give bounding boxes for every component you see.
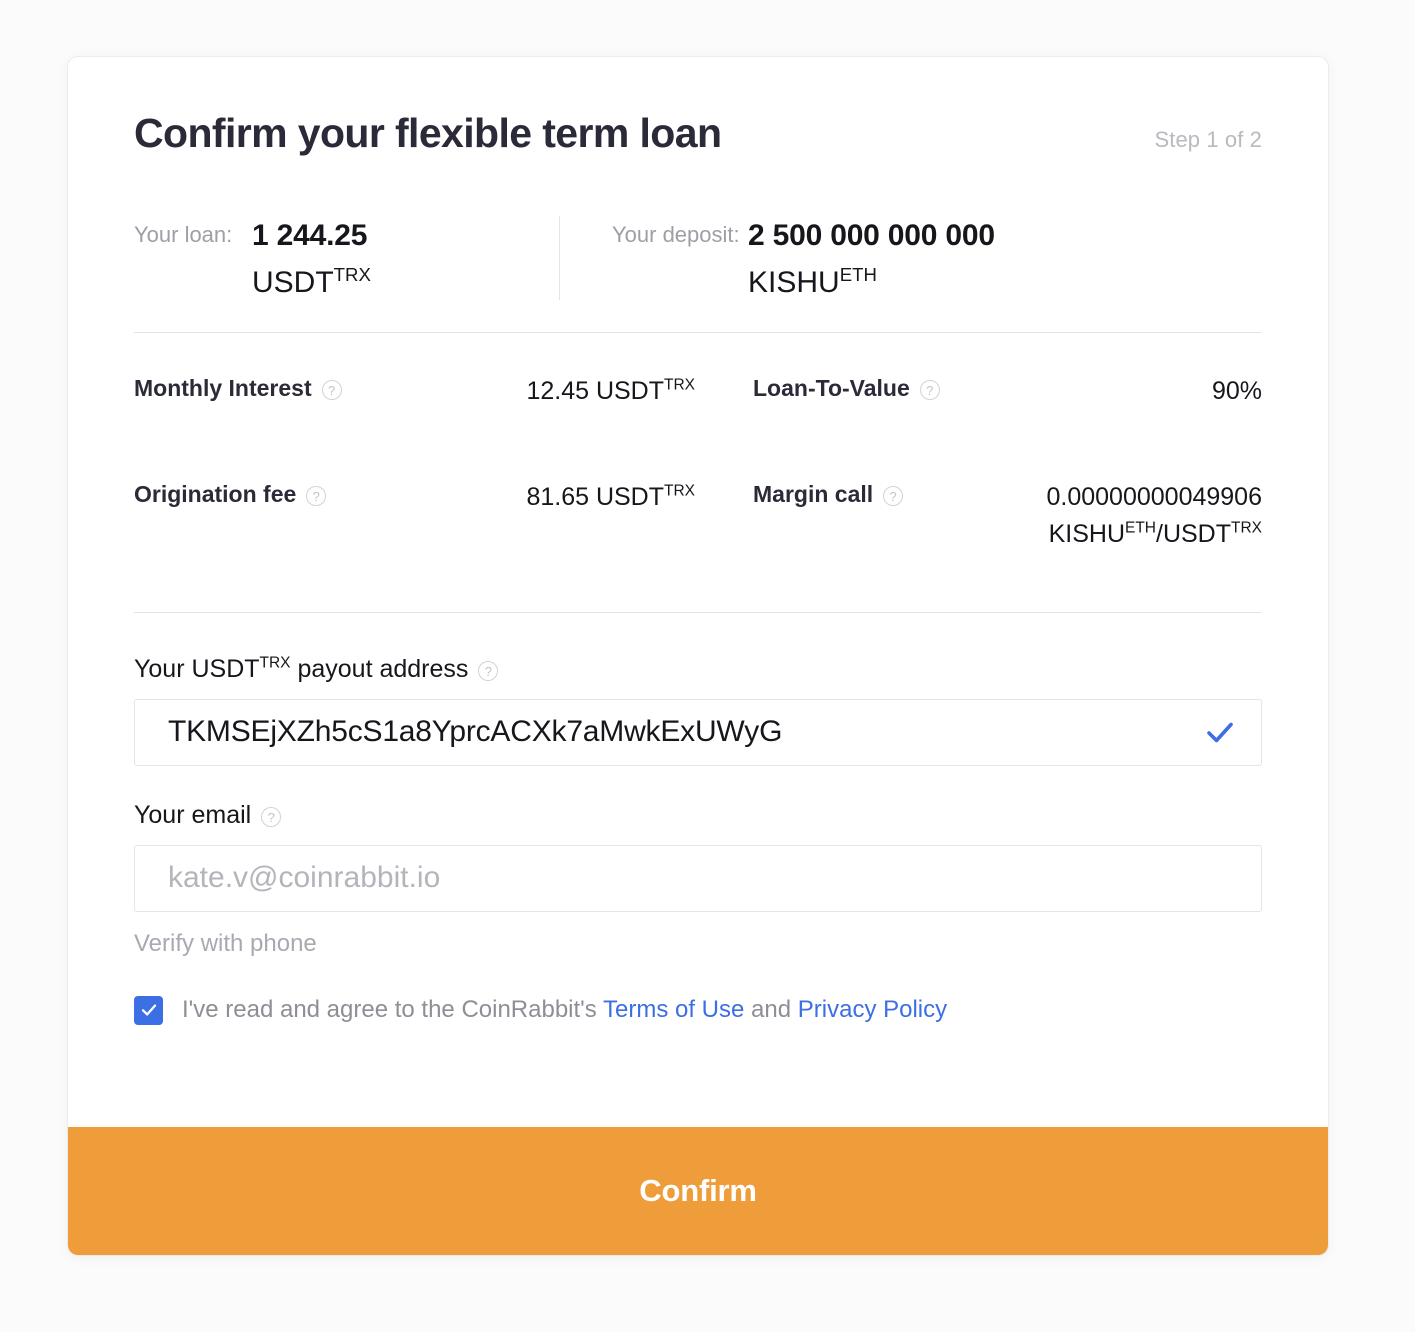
payout-label-network: TRX — [259, 654, 291, 672]
deposit-ticker: KISHUETH — [748, 260, 995, 307]
form-section: Your USDTTRX payout address ? TKMSEjXZh5… — [134, 655, 1262, 1025]
loan-ticker-network: TRX — [333, 263, 371, 285]
loan-ticker: USDTTRX — [252, 260, 371, 307]
card-body: Confirm your flexible term loan Step 1 o… — [68, 57, 1328, 1129]
card-header: Confirm your flexible term loan Step 1 o… — [134, 57, 1262, 156]
origination-fee-label: Origination fee ? — [134, 479, 327, 508]
help-icon[interactable]: ? — [261, 807, 282, 828]
payout-label-suffix: payout address — [290, 654, 469, 683]
margin-call-pair-base: KISHU — [1048, 519, 1125, 548]
payout-address-label: Your USDTTRX payout address ? — [134, 655, 1262, 684]
margin-call-pair-quote: /USDT — [1156, 519, 1231, 548]
loan-to-value-label: Loan-To-Value ? — [753, 373, 940, 402]
monthly-interest-amount: 12.45 USDT — [526, 377, 664, 406]
monthly-interest-label-text: Monthly Interest — [134, 375, 312, 402]
loan-to-value-label-text: Loan-To-Value — [753, 375, 910, 402]
monthly-interest-label: Monthly Interest ? — [134, 373, 342, 402]
page-title: Confirm your flexible term loan — [134, 110, 722, 156]
agreement-text-before: I've read and agree to the CoinRabbit's — [182, 996, 597, 1024]
loan-value: 1 244.25 USDTTRX — [252, 213, 371, 306]
loan-confirmation-card: Confirm your flexible term loan Step 1 o… — [67, 56, 1329, 1256]
deposit-value: 2 500 000 000 000 KISHUETH — [748, 213, 995, 306]
confirm-button[interactable]: Confirm — [68, 1127, 1328, 1255]
loan-ticker-text: USDT — [252, 265, 334, 299]
margin-call-number: 0.00000000049906 — [1046, 483, 1262, 512]
terms-of-use-link[interactable]: Terms of Use — [603, 996, 744, 1023]
help-icon[interactable]: ? — [919, 379, 940, 400]
agreement-checkbox[interactable] — [134, 995, 163, 1025]
margin-call-pair-base-network: ETH — [1125, 519, 1156, 537]
checkmark-icon — [1203, 715, 1237, 749]
deposit-label: Your deposit: — [612, 222, 740, 248]
loan-amount: 1 244.25 — [252, 219, 368, 253]
loan-details: Monthly Interest ? 12.45 USDTTRX Loan-To… — [134, 333, 1262, 552]
email-label-text: Your email — [134, 800, 252, 829]
margin-call-value: 0.00000000049906 KISHUETH/USDTTRX — [1046, 479, 1262, 552]
detail-row: Monthly Interest ? 12.45 USDTTRX Loan-To… — [134, 373, 1262, 409]
loan-summary: Your loan: 1 244.25 USDTTRX Your deposit… — [134, 213, 1262, 306]
help-icon[interactable]: ? — [478, 661, 499, 682]
margin-call-pair-quote-network: TRX — [1231, 519, 1262, 537]
deposit-amount: 2 500 000 000 000 — [748, 219, 995, 253]
origination-fee-amount: 81.65 USDT — [526, 483, 664, 512]
summary-deposit: Your deposit: 2 500 000 000 000 KISHUETH — [560, 213, 995, 306]
check-icon — [141, 1004, 156, 1016]
summary-loan: Your loan: 1 244.25 USDTTRX — [134, 213, 559, 306]
detail-margin-call: Margin call ? 0.00000000049906 KISHUETH/… — [705, 479, 1262, 552]
payout-address-input[interactable]: TKMSEjXZh5cS1a8YprcACXk7aMwkExUWyG — [134, 698, 1262, 766]
payout-label-prefix: Your USDT — [134, 654, 260, 683]
deposit-ticker-network: ETH — [839, 263, 877, 285]
detail-monthly-interest: Monthly Interest ? 12.45 USDTTRX — [134, 373, 705, 409]
margin-call-pair: KISHUETH/USDTTRX — [1046, 516, 1262, 552]
payout-address-value[interactable]: TKMSEjXZh5cS1a8YprcACXk7aMwkExUWyG — [168, 715, 1203, 749]
origination-fee-network: TRX — [664, 483, 695, 501]
loan-label: Your loan: — [134, 222, 233, 248]
email-input[interactable]: kate.v@coinrabbit.io — [134, 844, 1262, 912]
email-placeholder[interactable]: kate.v@coinrabbit.io — [168, 861, 1237, 895]
help-icon[interactable]: ? — [306, 485, 327, 506]
monthly-interest-value: 12.45 USDTTRX — [526, 373, 695, 409]
detail-row: Origination fee ? 81.65 USDTTRX Margin c… — [134, 479, 1262, 552]
detail-origination-fee: Origination fee ? 81.65 USDTTRX — [134, 479, 705, 552]
step-indicator: Step 1 of 2 — [1154, 127, 1262, 152]
loan-to-value-value: 90% — [1211, 377, 1262, 406]
payout-address-label-text: Your USDTTRX payout address — [134, 655, 468, 684]
detail-loan-to-value: Loan-To-Value ? 90% — [705, 373, 1262, 409]
margin-call-label: Margin call ? — [753, 479, 904, 508]
origination-fee-label-text: Origination fee — [134, 481, 297, 508]
help-icon[interactable]: ? — [883, 485, 904, 506]
margin-call-label-text: Margin call — [753, 481, 874, 508]
agreement-text-middle: and — [751, 996, 792, 1024]
monthly-interest-network: TRX — [664, 376, 695, 394]
origination-fee-value: 81.65 USDTTRX — [526, 479, 695, 515]
privacy-policy-link[interactable]: Privacy Policy — [798, 996, 947, 1023]
page-root: Confirm your flexible term loan Step 1 o… — [0, 0, 1415, 1332]
agreement-row: I've read and agree to the CoinRabbit's … — [134, 995, 1262, 1025]
email-label: Your email ? — [134, 801, 1262, 830]
details-bottom-divider — [134, 611, 1262, 613]
help-icon[interactable]: ? — [321, 379, 342, 400]
verify-with-phone-link[interactable]: Verify with phone — [134, 930, 1262, 958]
agreement-text: I've read and agree to the CoinRabbit's … — [182, 996, 947, 1024]
deposit-ticker-text: KISHU — [748, 265, 840, 299]
